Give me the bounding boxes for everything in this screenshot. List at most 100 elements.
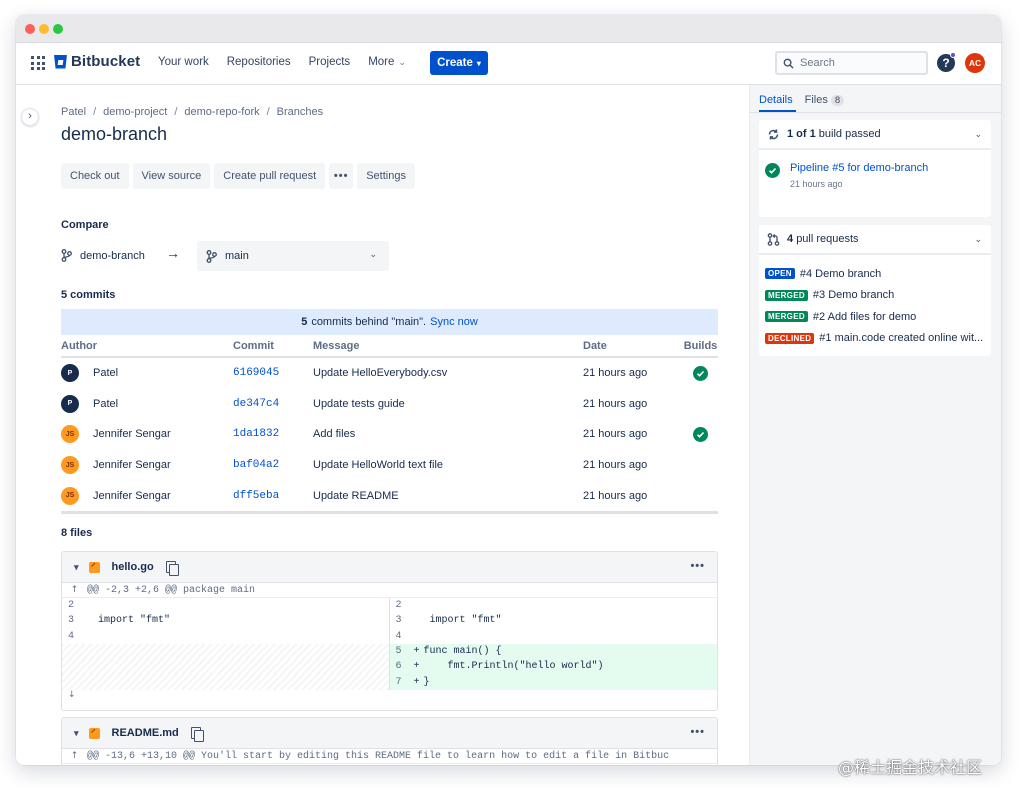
- tab-files[interactable]: Files 8: [805, 94, 845, 106]
- success-check-icon[interactable]: [693, 426, 708, 442]
- tab-details[interactable]: Details: [759, 94, 793, 106]
- expand-up-icon[interactable]: ↑: [62, 751, 87, 761]
- breadcrumb-project[interactable]: demo-project: [103, 106, 167, 118]
- bitbucket-logo[interactable]: Bitbucket: [54, 53, 140, 70]
- pull-requests-card-header[interactable]: 4 pull requests ⌄: [759, 225, 991, 255]
- nav-projects[interactable]: Projects: [309, 56, 351, 68]
- avatar: JS: [61, 456, 79, 475]
- file-name[interactable]: README.md: [112, 727, 179, 739]
- line-number: 2: [395, 600, 402, 612]
- header-message: Message: [313, 340, 360, 352]
- hunk-header: ↑ @@ -13,6 +13,10 @@ You'll start by edi…: [62, 749, 717, 764]
- files-heading: 8 files: [61, 527, 93, 539]
- notification-dot: [950, 52, 956, 58]
- chevron-down-icon[interactable]: ⌄: [974, 129, 982, 140]
- status-badge: MERGED: [765, 289, 808, 301]
- table-row[interactable]: JS Jennifer Sengar dff5eba Update README 21 …: [61, 480, 718, 511]
- table-row[interactable]: P Patel 6169045 Update HelloEverybody.csv 21…: [61, 358, 718, 389]
- main-content: › Patel / demo-project / demo-repo-fork / B…: [16, 85, 749, 765]
- chevron-down-icon[interactable]: ▾: [74, 562, 79, 573]
- pipeline-link[interactable]: Pipeline #5 for demo-branch: [790, 162, 928, 174]
- more-icon[interactable]: •••: [690, 560, 705, 572]
- pull-request-title[interactable]: #4 Demo branch: [800, 268, 881, 280]
- sync-banner: 5 commits behind "main". Sync now: [61, 309, 718, 335]
- success-check-icon[interactable]: [693, 365, 708, 381]
- search-input[interactable]: [800, 57, 910, 69]
- table-row[interactable]: JS Jennifer Sengar 1da1832 Add files 21 hour…: [61, 419, 718, 450]
- pull-request-title[interactable]: #2 Add files for demo: [813, 311, 916, 323]
- more-icon[interactable]: •••: [690, 726, 705, 738]
- create-button[interactable]: Create ▾: [430, 51, 488, 75]
- nav-repositories[interactable]: Repositories: [227, 56, 291, 68]
- commit-hash-link[interactable]: 6169045: [233, 367, 313, 379]
- breadcrumb-repo[interactable]: demo-repo-fork: [184, 106, 259, 118]
- pr-summary: 4 pull requests: [787, 233, 859, 245]
- pull-request-item[interactable]: MERGED #3 Demo branch: [765, 285, 983, 307]
- file-diff-header[interactable]: ▾ hello.go •••: [62, 552, 717, 583]
- nav-more[interactable]: More ⌄: [368, 56, 406, 68]
- details-sidebar: Details Files 8 1 of 1 build passed ⌄ Pip…: [749, 85, 1001, 765]
- sync-now-link[interactable]: Sync now: [430, 316, 478, 328]
- copy-icon[interactable]: [165, 560, 179, 576]
- view-source-button[interactable]: View source: [132, 163, 211, 189]
- sidebar-tabs: Details Files 8: [759, 94, 845, 106]
- create-pull-request-button[interactable]: Create pull request: [214, 163, 326, 189]
- brand-name: Bitbucket: [71, 53, 141, 70]
- commit-hash-link[interactable]: de347c4: [233, 398, 313, 410]
- table-row[interactable]: P Patel de347c4 Update tests guide 21 hours …: [61, 389, 718, 420]
- commit-hash-link[interactable]: 1da1832: [233, 428, 313, 440]
- diff-marker: +: [413, 646, 420, 658]
- pull-request-item[interactable]: OPEN #4 Demo branch: [765, 263, 983, 285]
- copy-icon[interactable]: [190, 726, 204, 742]
- nav-your-work[interactable]: Your work: [158, 56, 209, 68]
- pipeline-item[interactable]: Pipeline #5 for demo-branch 21 hours ago: [765, 162, 928, 189]
- modified-file-icon: [88, 561, 100, 573]
- more-actions-button[interactable]: •••: [329, 163, 354, 189]
- commit-hash-link[interactable]: dff5eba: [233, 490, 313, 502]
- chevron-down-icon[interactable]: ▾: [74, 728, 79, 739]
- expand-up-icon[interactable]: ↑: [62, 585, 87, 595]
- destination-branch-name: main: [225, 250, 249, 262]
- destination-branch-select[interactable]: main ⌄: [197, 241, 389, 271]
- diff-line-placeholder: [62, 659, 389, 675]
- pr-count: 4: [787, 233, 794, 245]
- search-box[interactable]: [775, 51, 928, 75]
- expand-sidebar-button[interactable]: ›: [21, 108, 39, 126]
- diff-body: 2 3 import "fmt" 4 2 3 import "fmt" 4 5 + func ma…: [62, 598, 717, 690]
- breadcrumb-branches[interactable]: Branches: [277, 106, 323, 118]
- expand-down-icon[interactable]: ↓: [62, 690, 717, 704]
- commit-hash-link[interactable]: baf04a2: [233, 459, 313, 471]
- commits-heading: 5 commits: [61, 289, 116, 301]
- hunk-header: ↑ @@ -2,3 +2,6 @@ package main: [62, 583, 717, 598]
- line-number: 4: [68, 630, 75, 642]
- header-commit: Commit: [233, 340, 274, 352]
- commit-date: 21 hours ago: [583, 397, 648, 410]
- pull-request-title[interactable]: #3 Demo branch: [813, 289, 894, 301]
- minimize-window-button[interactable]: [39, 24, 49, 34]
- diff-line: 3 import "fmt": [62, 613, 389, 628]
- file-diff-header[interactable]: ▾ README.md •••: [62, 718, 717, 749]
- user-avatar[interactable]: AC: [965, 53, 985, 73]
- pull-request-item[interactable]: MERGED #2 Add files for demo: [765, 306, 983, 328]
- file-name[interactable]: hello.go: [112, 561, 154, 573]
- pull-request-title[interactable]: #1 main.code created online wit...: [819, 332, 983, 344]
- maximize-window-button[interactable]: [53, 24, 63, 34]
- commit-message: Update README: [313, 489, 399, 502]
- breadcrumb-workspace[interactable]: Patel: [61, 106, 86, 118]
- line-number: 4: [395, 630, 402, 642]
- table-row[interactable]: JS Jennifer Sengar baf04a2 Update HelloWorl…: [61, 450, 718, 481]
- branch-icon: [61, 249, 72, 262]
- app-switcher-icon[interactable]: [31, 56, 45, 70]
- breadcrumb: Patel / demo-project / demo-repo-fork / Bra…: [61, 106, 323, 118]
- pipeline-text: Pipeline #5 for demo-branch 21 hours ago: [790, 162, 928, 189]
- commit-date: 21 hours ago: [583, 489, 648, 502]
- diff-right-pane: 2 3 import "fmt" 4 5 + func main() {6 + fmt.Pri…: [389, 598, 717, 690]
- avatar: P: [61, 394, 79, 413]
- builds-card-header[interactable]: 1 of 1 build passed ⌄: [759, 120, 991, 150]
- close-window-button[interactable]: [25, 24, 35, 34]
- chevron-down-icon[interactable]: ⌄: [974, 234, 982, 245]
- branch-actions: Check out View source Create pull reques…: [61, 163, 415, 189]
- check-out-button[interactable]: Check out: [61, 163, 129, 189]
- settings-button[interactable]: Settings: [357, 163, 415, 189]
- pull-request-item[interactable]: DECLINED #1 main.code created online wit.…: [765, 328, 983, 350]
